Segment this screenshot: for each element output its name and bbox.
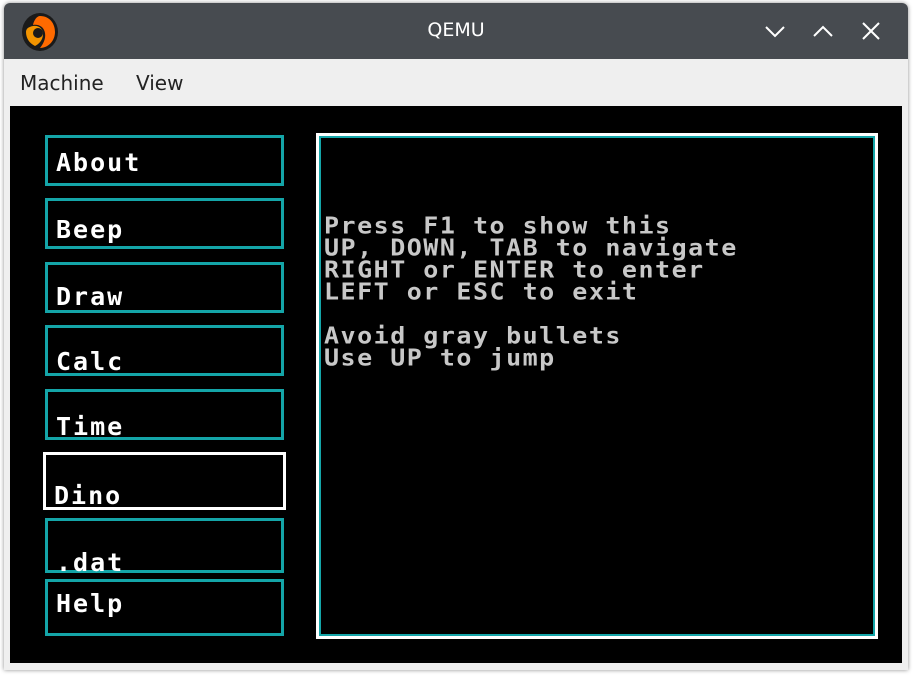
guest-menu-label: Beep <box>56 215 125 244</box>
panel-line: Use UP to jump <box>324 344 556 371</box>
guest-menu-label: Draw <box>56 282 125 311</box>
guest-menu-label: Time <box>56 412 125 441</box>
chevron-up-icon <box>813 25 833 37</box>
guest-menu-label: Help <box>56 589 125 618</box>
panel-line: Press F1 to show this <box>324 212 672 239</box>
guest-menu-calc[interactable]: Calc <box>45 325 284 376</box>
guest-menu-label: .dat <box>56 548 125 577</box>
guest-menu-label: Calc <box>56 347 125 376</box>
chevron-down-icon <box>765 26 785 38</box>
guest-menu-draw[interactable]: Draw <box>45 262 284 313</box>
maximize-button[interactable] <box>809 17 837 45</box>
title-bar[interactable]: QEMU <box>4 3 908 59</box>
panel-line: LEFT or ESC to exit <box>324 278 639 305</box>
close-button[interactable] <box>857 17 885 45</box>
panel-line: RIGHT or ENTER to enter <box>324 256 705 283</box>
panel-line: Avoid gray bullets <box>324 322 622 349</box>
guest-menu-dat[interactable]: .dat <box>45 518 284 577</box>
guest-menu-label: About <box>56 148 142 177</box>
guest-menu-time[interactable]: Time <box>45 389 284 441</box>
info-panel: Press F1 to show this UP, DOWN, TAB to n… <box>316 133 878 639</box>
minimize-button[interactable] <box>761 17 789 45</box>
guest-menu-beep[interactable]: Beep <box>45 198 284 249</box>
menu-bar: Machine View <box>4 59 908 105</box>
panel-line: UP, DOWN, TAB to navigate <box>324 234 738 261</box>
guest-menu-dino[interactable]: Dino <box>43 452 286 510</box>
guest-menu-help[interactable]: Help <box>45 579 284 636</box>
qemu-window: QEMU Machine View About Beep Draw Calc T… <box>4 3 908 670</box>
guest-display[interactable]: About Beep Draw Calc Time Dino .dat Help… <box>10 106 902 663</box>
menu-view[interactable]: View <box>136 71 183 95</box>
menu-machine[interactable]: Machine <box>20 71 104 95</box>
guest-menu-label: Dino <box>54 481 123 510</box>
close-icon <box>862 22 880 40</box>
guest-menu-about[interactable]: About <box>45 135 284 186</box>
